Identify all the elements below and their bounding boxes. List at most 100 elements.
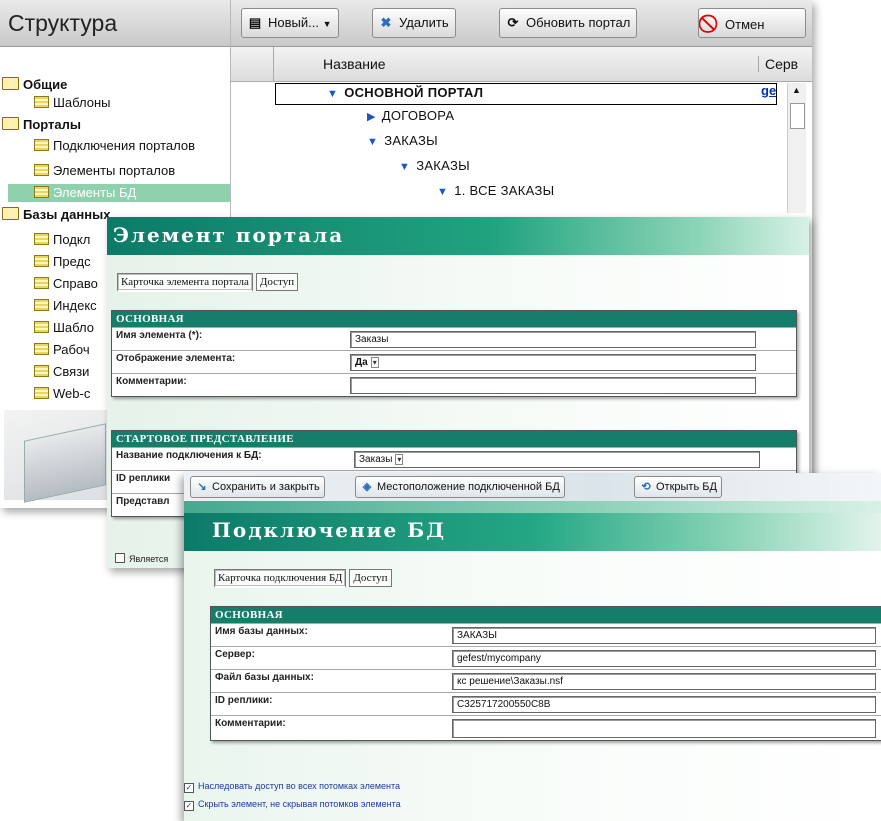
inherit-access-checkbox-row[interactable]: ✓ Наследовать доступ во всех потомках эле… bbox=[184, 781, 400, 793]
tab-db-card[interactable]: Карточка подключения БД bbox=[214, 569, 347, 588]
vertical-scrollbar[interactable]: ▲ bbox=[787, 83, 806, 213]
tree-item-label: Общие bbox=[23, 77, 68, 92]
table-icon bbox=[34, 186, 49, 198]
new-button[interactable]: ▤ Новый... ▼ bbox=[241, 8, 339, 38]
tree-item-db-elements[interactable]: Элементы БД bbox=[8, 184, 230, 202]
checkbox[interactable] bbox=[115, 553, 125, 563]
dropdown-icon[interactable]: ▾ bbox=[370, 357, 379, 368]
tree-item-db-connections[interactable]: Подкл bbox=[34, 231, 90, 249]
folder-icon bbox=[2, 207, 19, 220]
field-row-comments: Комментарии: bbox=[112, 373, 796, 396]
server-link[interactable]: ge bbox=[761, 83, 776, 98]
field-row-db-connection: Название подключения к БД: Заказы ▾ bbox=[112, 447, 796, 470]
tree-item-label: Базы данных bbox=[23, 207, 111, 222]
scroll-up-icon[interactable]: ▲ bbox=[792, 85, 801, 95]
element-display-select[interactable]: Да ▾ bbox=[350, 354, 756, 371]
expanded-triangle-icon: ▼ bbox=[367, 136, 379, 148]
scrollbar-thumb[interactable] bbox=[790, 103, 805, 129]
tree-item-workspaces[interactable]: Рабоч bbox=[34, 341, 90, 359]
open-db-label: Открыть БД bbox=[656, 481, 717, 493]
column-header-name[interactable]: Название bbox=[323, 56, 386, 72]
table-icon bbox=[34, 343, 49, 355]
column-header-server[interactable]: Серв bbox=[758, 56, 798, 72]
field-value: Заказы bbox=[359, 454, 393, 465]
db-section-main: ОСНОВНАЯ Имя базы данных: ЗАКАЗЫ Сервер:… bbox=[210, 606, 881, 741]
replica-id-input[interactable]: C325717200550C8B bbox=[452, 696, 876, 713]
tree-item-indexes[interactable]: Индекс bbox=[34, 297, 97, 315]
folder-icon bbox=[2, 117, 19, 130]
db-tabs: Карточка подключения БД Доступ bbox=[214, 569, 395, 588]
db-title-band: Подключение БД bbox=[184, 513, 881, 551]
tree-item-portals[interactable]: Порталы bbox=[2, 116, 81, 134]
db-comments-input[interactable] bbox=[452, 719, 876, 738]
cancel-button[interactable]: ⃠ Отмен bbox=[698, 8, 806, 38]
tree-item-web[interactable]: Web-c bbox=[34, 385, 90, 403]
grid-row-label: ДОГОВОРА bbox=[381, 108, 455, 123]
field-label: Комментарии: bbox=[215, 718, 286, 729]
tree-item-views[interactable]: Предс bbox=[34, 253, 91, 271]
refresh-portal-button[interactable]: ⟳ Обновить портал bbox=[499, 8, 638, 38]
db-name-input[interactable]: ЗАКАЗЫ bbox=[452, 627, 876, 644]
grid-row-label: ЗАКАЗЫ bbox=[384, 133, 438, 148]
expanded-triangle-icon: ▼ bbox=[327, 88, 339, 100]
no-entry-icon: ⃠ bbox=[703, 9, 721, 37]
is-checkbox-row[interactable]: Является bbox=[115, 553, 168, 564]
open-db-button[interactable]: ⟲ Открыть БД bbox=[634, 476, 722, 498]
tree-item-label: Индекс bbox=[53, 298, 97, 313]
tree-item-general[interactable]: Общие bbox=[2, 76, 67, 94]
tab-db-access[interactable]: Доступ bbox=[349, 569, 392, 587]
tree-item-db-templates[interactable]: Шабло bbox=[34, 319, 94, 337]
tree-item-portal-connections[interactable]: Подключения порталов bbox=[34, 137, 195, 155]
grid-row-label: 1. ВСЕ ЗАКАЗЫ bbox=[454, 183, 555, 198]
db-file-input[interactable]: кс решение\Заказы.nsf bbox=[452, 673, 876, 690]
tab-access[interactable]: Доступ bbox=[255, 273, 299, 291]
delete-button-label: Удалить bbox=[399, 15, 449, 30]
element-name-input[interactable]: Заказы bbox=[350, 331, 756, 348]
comments-input[interactable] bbox=[350, 377, 756, 394]
tree-item-label: Порталы bbox=[23, 117, 82, 132]
hide-element-checkbox-row[interactable]: ✓ Скрыть элемент, не скрывая потомков эле… bbox=[184, 799, 401, 811]
section-title: ОСНОВНАЯ bbox=[112, 311, 796, 327]
tab-element-card[interactable]: Карточка элемента портала bbox=[117, 273, 253, 292]
db-location-button[interactable]: ◈ Местоположение подключенной БД bbox=[355, 476, 565, 498]
server-input[interactable]: gefest/mycompany bbox=[452, 650, 876, 667]
tree-item-portal-elements[interactable]: Элементы порталов bbox=[34, 162, 175, 180]
tree-item-links[interactable]: Связи bbox=[34, 363, 89, 381]
field-label: ID реплики: bbox=[215, 695, 273, 706]
tree-item-templates[interactable]: Шаблоны bbox=[34, 94, 111, 112]
tree-item-databases[interactable]: Базы данных bbox=[2, 206, 110, 224]
grid-row-contracts[interactable]: ▶ ДОГОВОРА bbox=[367, 105, 454, 127]
save-close-button[interactable]: ↘ Сохранить и закрыть bbox=[190, 476, 325, 498]
collapsed-triangle-icon: ▶ bbox=[367, 111, 376, 123]
document-icon: ▤ bbox=[248, 15, 262, 30]
grid-row-orders[interactable]: ▼ ЗАКАЗЫ bbox=[367, 130, 438, 152]
structure-title: Структура bbox=[8, 10, 118, 36]
tree-item-directories[interactable]: Справо bbox=[34, 275, 98, 293]
grid-row-all-orders[interactable]: ▼ 1. ВСЕ ЗАКАЗЫ bbox=[437, 180, 554, 202]
refresh-icon: ⟳ bbox=[507, 15, 519, 30]
checkbox-checked[interactable]: ✓ bbox=[184, 801, 194, 811]
table-icon bbox=[34, 299, 49, 311]
structure-toolbar: ▤ Новый... ▼ ✖ Удалить ⟳ Обновить портал ⃠ О… bbox=[231, 0, 812, 47]
field-row-server: Сервер: gefest/mycompany bbox=[211, 646, 881, 669]
table-icon bbox=[34, 387, 49, 399]
dropdown-icon[interactable]: ▾ bbox=[395, 454, 404, 465]
db-connection-select[interactable]: Заказы ▾ bbox=[354, 451, 760, 468]
field-label: Представл bbox=[116, 496, 170, 507]
checkbox-label: Наследовать доступ во всех потомках элем… bbox=[198, 781, 401, 791]
field-label: Имя элемента (*): bbox=[116, 330, 203, 341]
delete-button[interactable]: ✖ Удалить bbox=[372, 8, 456, 38]
grid-row-orders-sub[interactable]: ▼ ЗАКАЗЫ bbox=[399, 155, 470, 177]
field-row-db-name: Имя базы данных: ЗАКАЗЫ bbox=[211, 623, 881, 646]
tree-item-label: Элементы порталов bbox=[53, 163, 176, 178]
checkbox-checked[interactable]: ✓ bbox=[184, 783, 194, 793]
db-window-title: Подключение БД bbox=[212, 518, 447, 542]
field-label: Сервер: bbox=[215, 649, 255, 660]
section-title: СТАРТОВОЕ ПРЕДСТАВЛЕНИЕ bbox=[112, 431, 796, 447]
table-icon bbox=[34, 255, 49, 267]
portal-element-title: Элемент портала bbox=[113, 223, 345, 247]
grid-row-main-portal[interactable]: ▼ ОСНОВНОЙ ПОРТАЛ bbox=[327, 82, 483, 104]
save-close-label: Сохранить и закрыть bbox=[212, 481, 320, 493]
db-location-label: Местоположение подключенной БД bbox=[377, 481, 560, 493]
field-label: ID реплики bbox=[116, 473, 171, 484]
